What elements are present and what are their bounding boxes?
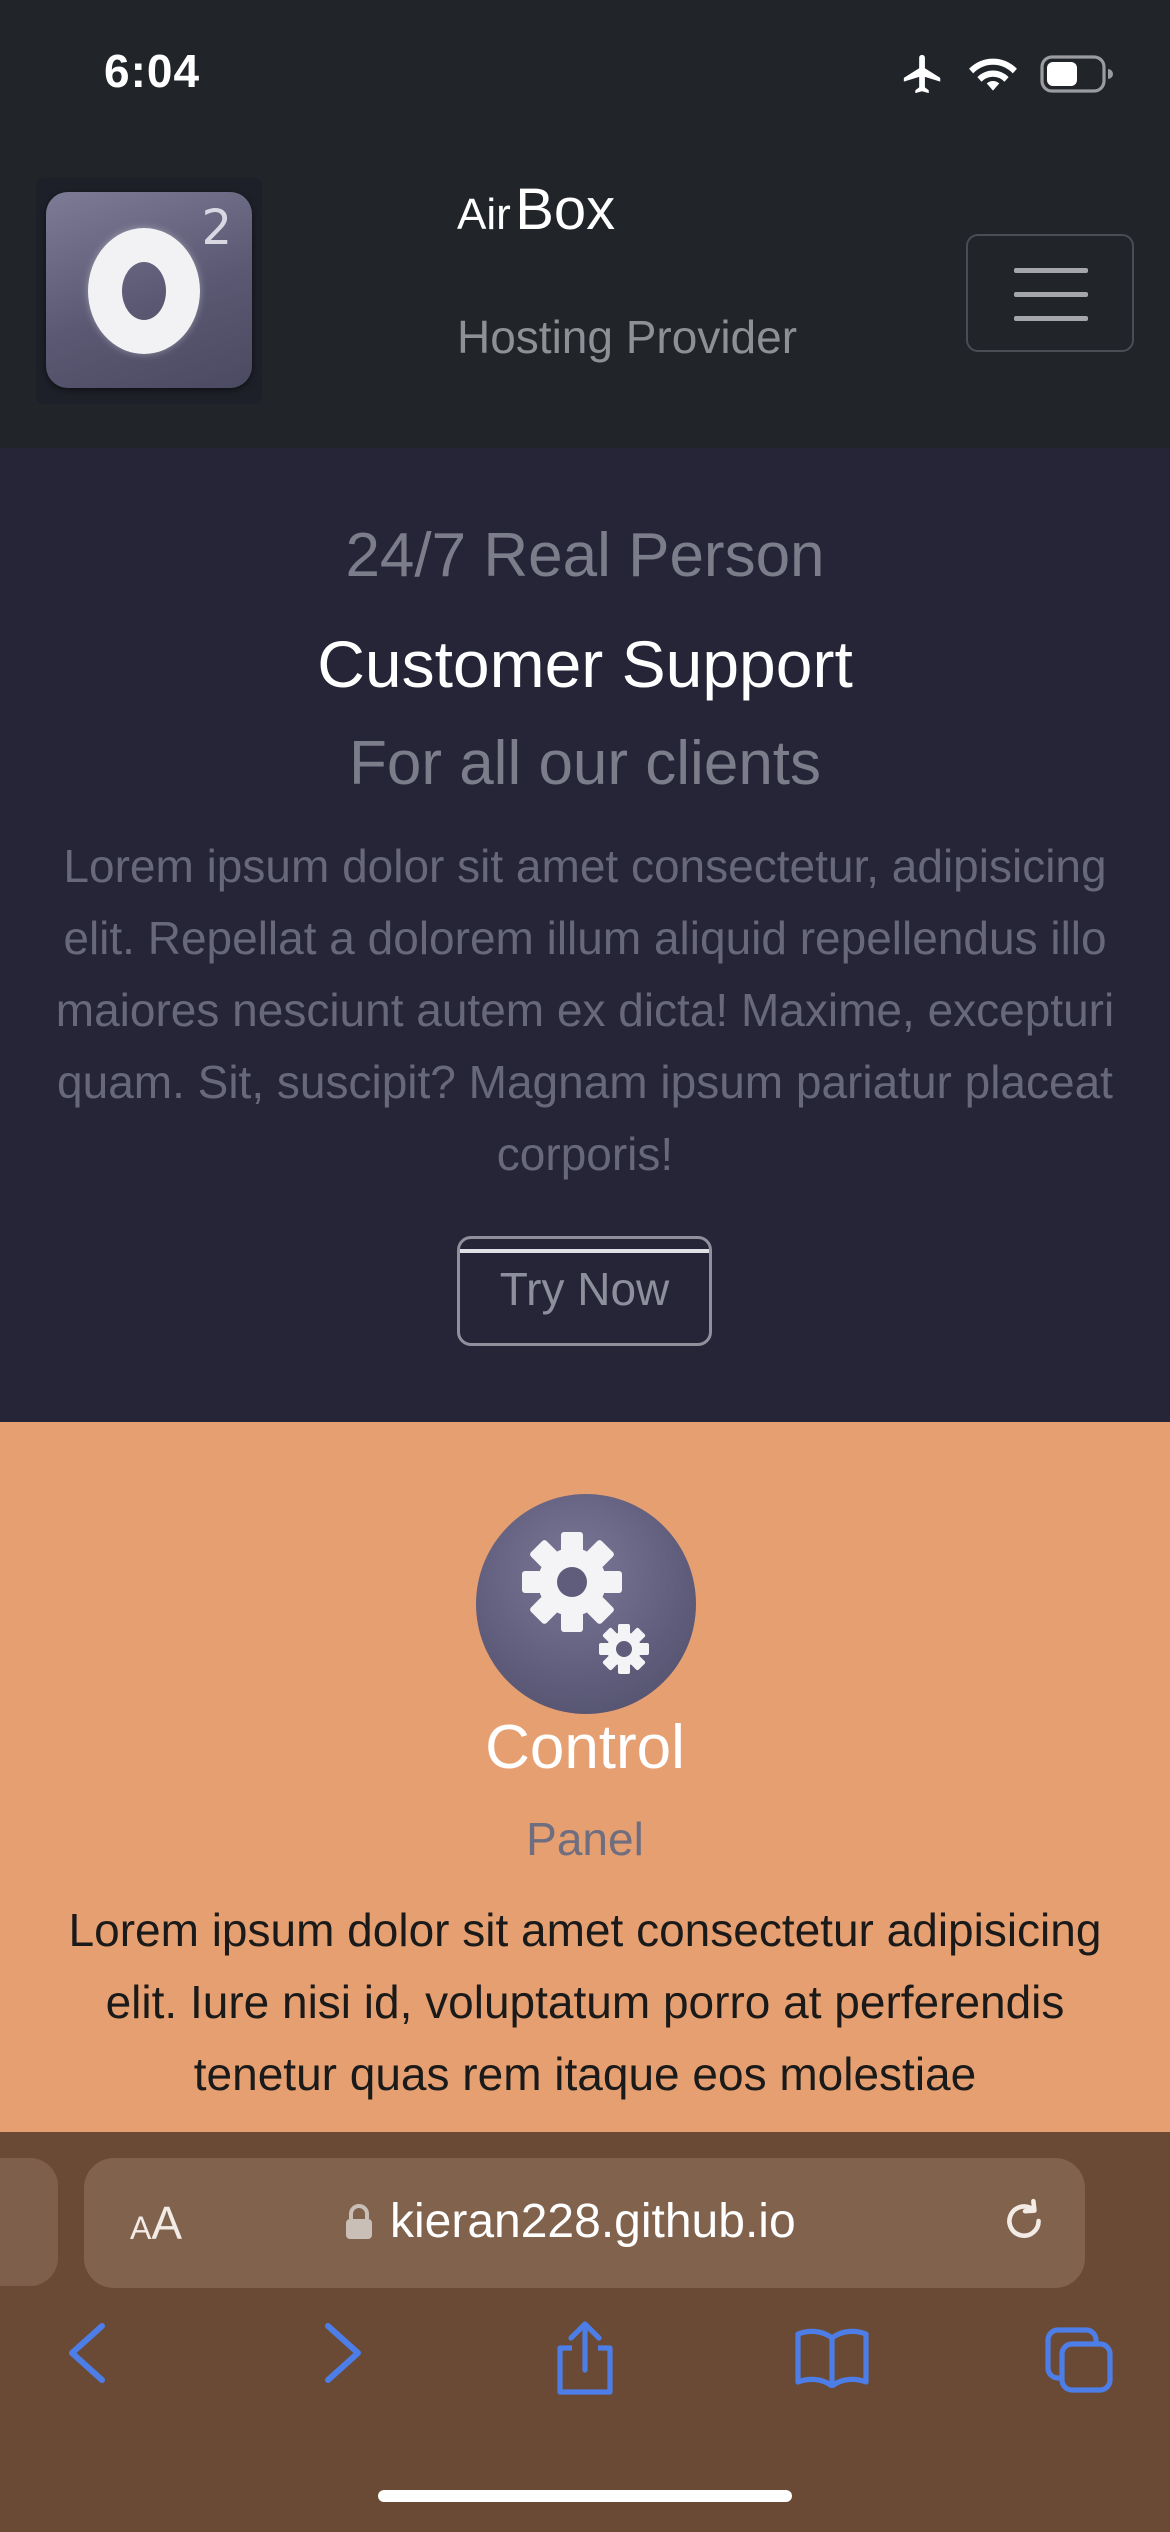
navbar: 2 Air Box Hosting Provider <box>0 150 1170 448</box>
menu-toggle-button[interactable] <box>966 234 1134 352</box>
logo-letter <box>88 228 200 354</box>
hero-heading-line1: 24/7 Real Person <box>345 521 825 590</box>
reader-settings-button[interactable]: AA <box>130 2196 182 2250</box>
feature-title: Control <box>485 1713 685 1782</box>
previous-tab-preview[interactable] <box>0 2158 58 2286</box>
gears-icon <box>522 1532 649 1674</box>
lock-icon <box>346 2203 372 2239</box>
share-icon[interactable] <box>550 2318 620 2398</box>
back-icon[interactable] <box>62 2320 112 2386</box>
url-display[interactable]: kieran228.github.io <box>344 2194 796 2249</box>
address-bar[interactable]: AA kieran228.github.io <box>84 2158 1085 2288</box>
home-indicator[interactable] <box>378 2490 792 2502</box>
forward-icon[interactable] <box>318 2320 368 2386</box>
hero-description: Lorem ipsum dolor sit amet consectetur, … <box>55 840 1115 1180</box>
reload-icon[interactable] <box>999 2196 1049 2246</box>
button-highlight <box>460 1249 709 1253</box>
brand-small: Air <box>457 190 511 239</box>
hamburger-icon <box>1014 268 1088 273</box>
brand-big: Box <box>515 177 616 242</box>
status-bar: 6:04 <box>0 0 1170 150</box>
hamburger-icon-line <box>1014 292 1088 297</box>
status-time: 6:04 <box>104 45 201 97</box>
hamburger-icon-line <box>1014 316 1088 321</box>
status-icons <box>900 50 1114 98</box>
hero-section: 24/7 Real Person Customer Support For al… <box>0 448 1170 1422</box>
feature-subtitle: Panel <box>526 1813 644 1865</box>
feature-description: Lorem ipsum dolor sit amet consectetur a… <box>68 1904 1102 2100</box>
brand-name[interactable]: Air Box <box>457 176 615 243</box>
feature-section: Control Panel Lorem ipsum dolor sit amet… <box>0 1422 1170 2132</box>
try-now-button[interactable]: Try Now <box>457 1236 712 1346</box>
hero-heading-line2: Customer Support <box>317 627 853 701</box>
logo-superscript: 2 <box>201 200 232 256</box>
airplane-icon <box>903 54 941 94</box>
bookmarks-icon[interactable] <box>794 2326 870 2388</box>
logo[interactable]: 2 <box>36 178 262 404</box>
hero-heading-line3: For all our clients <box>348 729 822 798</box>
brand-tagline: Hosting Provider <box>457 311 798 363</box>
try-now-label: Try Now <box>499 1263 670 1315</box>
feature-icon-circle <box>476 1494 696 1714</box>
logo-badge: 2 <box>46 192 252 388</box>
tabs-icon[interactable] <box>1044 2326 1114 2394</box>
url-text: kieran228.github.io <box>390 2195 796 2248</box>
wifi-icon <box>969 58 1017 91</box>
battery-icon <box>1040 55 1113 93</box>
